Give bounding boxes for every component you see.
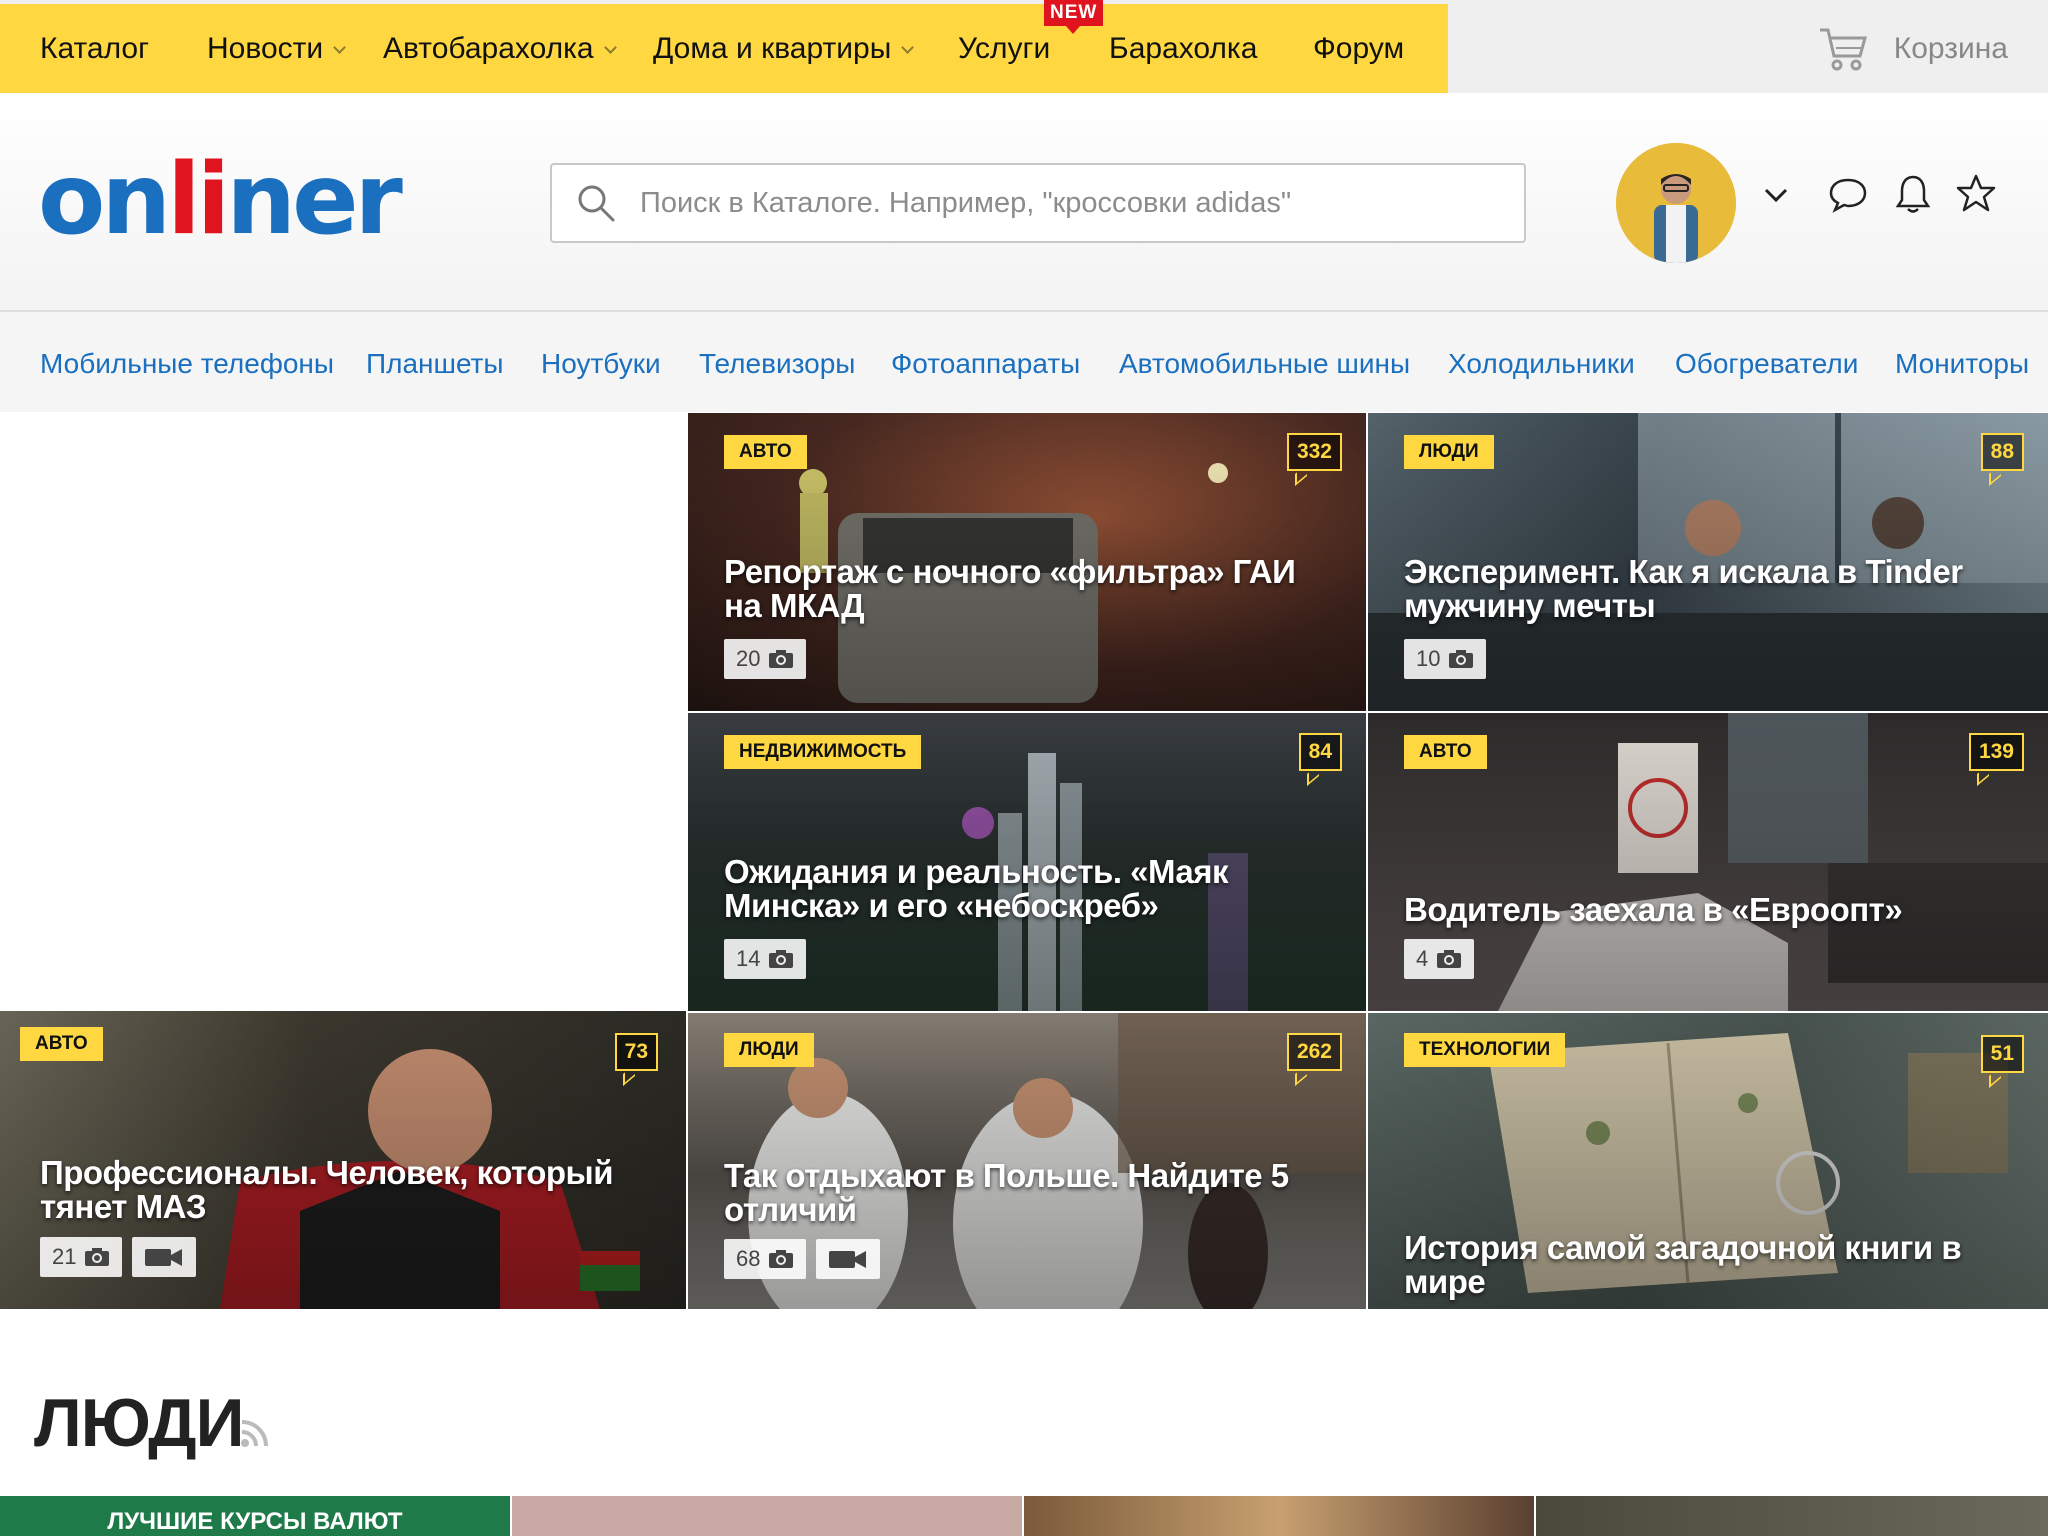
camera-icon: [769, 650, 794, 668]
camera-icon: [1449, 650, 1474, 668]
comment-count[interactable]: 88: [1980, 433, 2024, 471]
camera-icon: [1437, 950, 1462, 968]
video-badge: [132, 1237, 197, 1277]
photo-count: 14: [724, 939, 807, 979]
avatar[interactable]: [1616, 143, 1736, 263]
comment-count[interactable]: 84: [1298, 733, 1342, 771]
rss-icon[interactable]: [240, 1420, 268, 1448]
chevron-down-icon: [901, 41, 915, 54]
video-camera-icon: [829, 1251, 867, 1268]
comment-count[interactable]: 73: [614, 1033, 658, 1071]
avatar-photo: [1616, 143, 1736, 263]
comment-count[interactable]: 51: [1980, 1035, 2024, 1073]
currency-promo[interactable]: ЛУЧШИЕ КУРСЫ ВАЛЮТ: [0, 1496, 510, 1536]
chevron-down-icon: [333, 41, 347, 54]
media-counters: 4: [1404, 939, 1475, 979]
comment-count[interactable]: 139: [1968, 733, 2024, 771]
news-headline[interactable]: Так отдыхают в Польше. Найдите 5 отличий: [724, 1159, 1324, 1227]
top-bar: Каталог Новости Автобарахолка Дома и ква…: [0, 0, 2048, 93]
section-tile[interactable]: [512, 1496, 1022, 1536]
nav-item-auto-market[interactable]: Автобарахолка: [383, 4, 617, 93]
catalog-categories: Мобильные телефоны Планшеты Ноутбуки Тел…: [0, 312, 2048, 412]
category-link[interactable]: Мониторы: [1895, 348, 2029, 380]
video-badge: [816, 1239, 881, 1279]
category-tag[interactable]: АВТО: [1404, 735, 1487, 769]
chat-icon[interactable]: [1828, 177, 1868, 213]
media-counters: 68: [724, 1239, 881, 1279]
category-tag[interactable]: ТЕХНОЛОГИИ: [1404, 1033, 1566, 1067]
onliner-logo[interactable]: onliner: [38, 145, 403, 255]
comment-count[interactable]: 332: [1286, 433, 1342, 471]
bell-icon[interactable]: [1895, 173, 1931, 215]
media-counters: 14: [724, 939, 807, 979]
category-tag[interactable]: НЕДВИЖИМОСТЬ: [724, 735, 922, 769]
category-tag[interactable]: ЛЮДИ: [1404, 435, 1494, 469]
news-tile[interactable]: АВТО 73 Профессионалы. Человек, который …: [0, 1011, 686, 1309]
photo-count: 20: [724, 639, 807, 679]
nav-item-catalog[interactable]: Каталог: [40, 4, 149, 93]
category-link[interactable]: Фотоаппараты: [891, 348, 1080, 380]
nav-item-forum[interactable]: Форум: [1313, 4, 1404, 93]
category-link[interactable]: Мобильные телефоны: [40, 348, 334, 380]
news-tile[interactable]: ТЕХНОЛОГИИ 51 История самой загадочной к…: [1368, 1013, 2048, 1309]
chevron-down-icon: [603, 41, 617, 54]
nav-item-realty[interactable]: Дома и квартиры: [653, 4, 915, 93]
new-badge: NEW: [1044, 0, 1104, 34]
nav-item-flea-market[interactable]: Барахолка: [1109, 4, 1257, 93]
news-tile[interactable]: АВТО 139 Водитель заехала в «Евроопт» 4: [1368, 713, 2048, 1011]
category-link[interactable]: Ноутбуки: [541, 348, 661, 380]
news-headline[interactable]: Водитель заехала в «Евроопт»: [1404, 893, 2004, 927]
nav-item-news[interactable]: Новости: [207, 4, 347, 93]
media-counters: 21: [40, 1237, 197, 1277]
camera-icon: [769, 950, 794, 968]
news-tile[interactable]: ЛЮДИ 88 Эксперимент. Как я искала в Tind…: [1368, 413, 2048, 711]
news-headline[interactable]: Репортаж с ночного «фильтра» ГАИ на МКАД: [724, 555, 1324, 623]
search-box: [550, 163, 1526, 243]
nav-item-services[interactable]: Услуги: [958, 4, 1050, 93]
category-link[interactable]: Телевизоры: [699, 348, 855, 380]
news-tile[interactable]: АВТО 332 Репортаж с ночного «фильтра» ГА…: [688, 413, 1366, 711]
search-input[interactable]: [640, 165, 1500, 241]
category-tag[interactable]: АВТО: [20, 1027, 103, 1061]
search-icon: [578, 185, 615, 222]
comment-count[interactable]: 262: [1286, 1033, 1342, 1071]
media-counters: 20: [724, 639, 807, 679]
section-tile[interactable]: [1024, 1496, 1534, 1536]
chevron-down-icon[interactable]: [1762, 181, 1790, 209]
photo-count: 4: [1404, 939, 1475, 979]
photo-count: 68: [724, 1239, 807, 1279]
currency-promo-label: ЛУЧШИЕ КУРСЫ ВАЛЮТ: [0, 1496, 510, 1536]
news-tile[interactable]: НЕДВИЖИМОСТЬ 84 Ожидания и реальность. «…: [688, 713, 1366, 1011]
section-tile[interactable]: [1536, 1496, 2048, 1536]
photo-count: 21: [40, 1237, 123, 1277]
news-headline[interactable]: Профессионалы. Человек, который тянет МА…: [40, 1156, 660, 1224]
news-headline[interactable]: Эксперимент. Как я искала в Tinder мужчи…: [1404, 555, 2004, 623]
section-title[interactable]: ЛЮДИ: [34, 1384, 244, 1462]
category-link[interactable]: Холодильники: [1448, 348, 1635, 380]
video-camera-icon: [145, 1249, 183, 1266]
cart-label: Корзина: [1893, 31, 2008, 65]
cart-link[interactable]: Корзина: [1448, 4, 2048, 93]
category-tag[interactable]: АВТО: [724, 435, 807, 469]
news-headline[interactable]: История самой загадочной книги в мире: [1404, 1231, 2004, 1299]
main-navigation: Каталог Новости Автобарахолка Дома и ква…: [0, 4, 1448, 93]
news-headline[interactable]: Ожидания и реальность. «Маяк Минска» и е…: [724, 855, 1324, 923]
category-link[interactable]: Автомобильные шины: [1119, 348, 1410, 380]
photo-count: 10: [1404, 639, 1487, 679]
star-icon[interactable]: [1955, 173, 1997, 213]
category-tag[interactable]: ЛЮДИ: [724, 1033, 814, 1067]
category-link[interactable]: Планшеты: [366, 348, 504, 380]
category-link[interactable]: Обогреватели: [1675, 348, 1858, 380]
site-header: onliner: [0, 93, 2048, 312]
cart-icon: [1819, 28, 1867, 70]
news-tile[interactable]: ЛЮДИ 262 Так отдыхают в Польше. Найдите …: [688, 1013, 1366, 1309]
camera-icon: [769, 1250, 794, 1268]
camera-icon: [85, 1248, 110, 1266]
media-counters: 10: [1404, 639, 1487, 679]
